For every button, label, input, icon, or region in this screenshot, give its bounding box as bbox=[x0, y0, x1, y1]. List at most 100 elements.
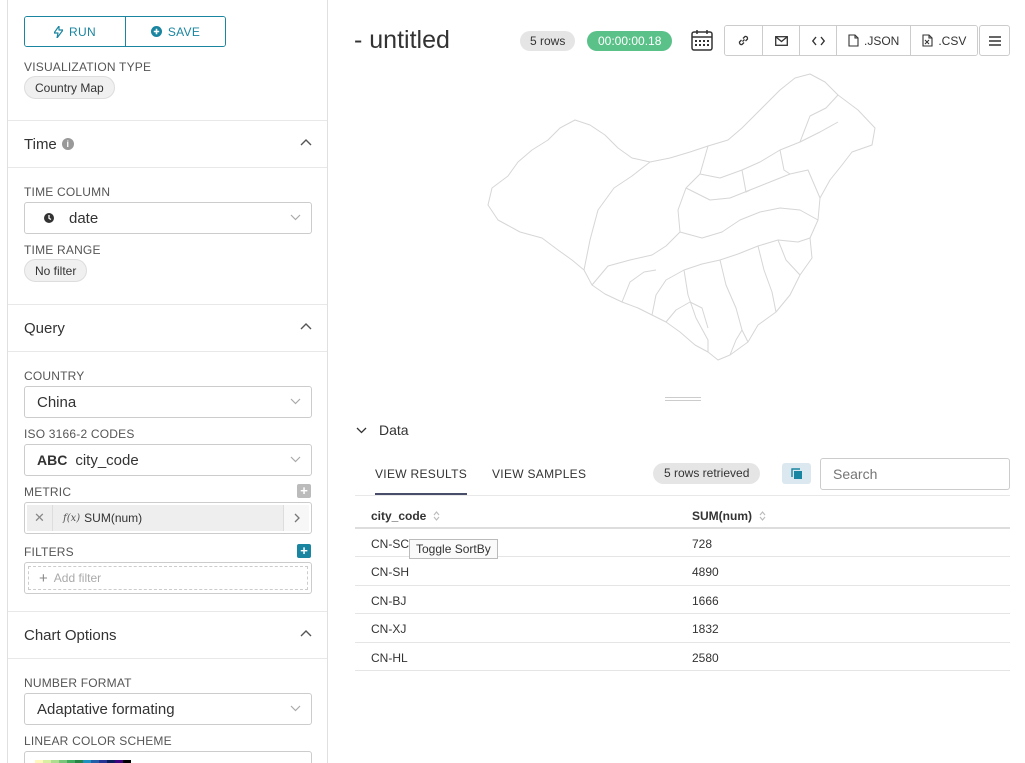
number-format-label: NUMBER FORMAT bbox=[24, 676, 132, 690]
more-options-button[interactable] bbox=[979, 25, 1010, 56]
time-column-value: date bbox=[69, 209, 99, 227]
table-cell: 1666 bbox=[692, 593, 719, 608]
run-save-group: RUN SAVE bbox=[24, 16, 226, 47]
metric-value: SUM(num) bbox=[84, 511, 143, 525]
envelope-icon bbox=[774, 35, 788, 46]
chevron-down-icon bbox=[290, 456, 301, 463]
country-label: COUNTRY bbox=[24, 369, 85, 383]
chevron-down-icon bbox=[290, 705, 301, 712]
rows-retrieved-badge: 5 rows retrieved bbox=[653, 463, 761, 484]
email-button[interactable] bbox=[762, 26, 799, 55]
country-value: China bbox=[37, 393, 77, 411]
chevron-down-icon bbox=[290, 398, 301, 405]
sort-icon bbox=[433, 511, 440, 521]
table-row: CN-HL 2580 bbox=[355, 643, 1010, 671]
country-map[interactable] bbox=[480, 70, 890, 370]
data-pane-title: Data bbox=[379, 422, 409, 438]
table-cell: 4890 bbox=[692, 565, 719, 580]
table-header: city_code SUM(num) bbox=[355, 502, 1010, 529]
chevron-up-icon bbox=[300, 630, 312, 637]
time-range-chip[interactable]: No filter bbox=[24, 259, 88, 282]
table-cell: CN-HL bbox=[371, 650, 408, 665]
section-query-title: Query bbox=[24, 319, 65, 337]
tab-view-samples[interactable]: VIEW SAMPLES bbox=[492, 467, 586, 481]
column-header-city-code[interactable]: city_code bbox=[371, 509, 440, 523]
plus-icon: + bbox=[39, 569, 48, 587]
add-filter-button[interactable]: + Add filter bbox=[28, 566, 308, 590]
control-panel: RUN SAVE VISUALIZATION TYPE Country Map … bbox=[8, 0, 328, 763]
save-button[interactable]: SAVE bbox=[125, 17, 225, 46]
iso-codes-select[interactable]: ABC city_code bbox=[24, 444, 312, 476]
chevron-down-icon bbox=[356, 427, 367, 433]
calendar-icon[interactable] bbox=[691, 29, 713, 51]
chart-title[interactable]: - untitled bbox=[354, 26, 450, 55]
link-button[interactable] bbox=[725, 26, 762, 55]
results-search-input[interactable] bbox=[820, 458, 1010, 490]
country-select[interactable]: China bbox=[24, 386, 312, 418]
add-filter-icon[interactable]: + bbox=[297, 544, 311, 558]
embed-code-button[interactable] bbox=[799, 26, 836, 55]
metric-label: METRIC bbox=[24, 485, 72, 499]
string-type-icon: ABC bbox=[37, 452, 68, 468]
results-table: city_code SUM(num) CN-SC 728 CN-SH 4890 … bbox=[355, 502, 1010, 671]
time-range-label: TIME RANGE bbox=[24, 243, 101, 257]
table-row: CN-SH 4890 bbox=[355, 557, 1010, 586]
metric-field[interactable]: ✕ f(x) SUM(num) bbox=[24, 502, 312, 534]
file-icon bbox=[848, 34, 859, 47]
number-format-value: Adaptative formating bbox=[37, 700, 175, 718]
plus-circle-icon bbox=[150, 26, 162, 37]
resize-handle[interactable] bbox=[665, 397, 701, 401]
run-button[interactable]: RUN bbox=[25, 17, 125, 46]
add-metric-icon[interactable]: + bbox=[297, 484, 311, 498]
export-toolbar: .JSON .CSV bbox=[724, 25, 979, 56]
copy-icon bbox=[790, 467, 802, 479]
metric-pill[interactable]: ✕ f(x) SUM(num) bbox=[27, 505, 309, 531]
table-cell: 728 bbox=[692, 537, 713, 551]
color-scheme-label: LINEAR COLOR SCHEME bbox=[24, 734, 172, 748]
query-timer-badge: 00:00:00.18 bbox=[587, 31, 673, 51]
section-query-header[interactable]: Query bbox=[8, 304, 327, 352]
row-count-badge: 5 rows bbox=[520, 31, 576, 51]
chevron-up-icon bbox=[300, 323, 312, 330]
table-cell: CN-XJ bbox=[371, 622, 407, 637]
info-icon[interactable]: i bbox=[61, 138, 74, 150]
section-chart-options-header[interactable]: Chart Options bbox=[8, 611, 327, 659]
time-column-select[interactable]: date bbox=[24, 202, 312, 234]
sort-tooltip: Toggle SortBy bbox=[409, 539, 498, 559]
chevron-right-icon[interactable] bbox=[283, 505, 309, 531]
excel-file-icon bbox=[922, 34, 933, 47]
function-icon: f(x) bbox=[63, 512, 81, 524]
remove-metric-icon[interactable]: ✕ bbox=[27, 505, 53, 531]
tab-view-results[interactable]: VIEW RESULTS bbox=[375, 467, 468, 495]
table-row: CN-XJ 1832 bbox=[355, 614, 1010, 643]
viz-type-chip[interactable]: Country Map bbox=[24, 76, 115, 99]
save-label: SAVE bbox=[167, 24, 201, 39]
export-json-button[interactable]: .JSON bbox=[836, 26, 911, 55]
viz-type-label: VISUALIZATION TYPE bbox=[24, 60, 152, 74]
table-cell: 2580 bbox=[692, 650, 719, 665]
table-cell: CN-SH bbox=[371, 565, 409, 580]
number-format-select[interactable]: Adaptative formating bbox=[24, 693, 312, 725]
json-label: .JSON bbox=[864, 33, 900, 48]
copy-to-clipboard-button[interactable] bbox=[782, 463, 811, 484]
section-time-title: Time bbox=[24, 135, 57, 153]
clock-icon bbox=[44, 213, 54, 223]
table-cell: 1832 bbox=[692, 622, 719, 637]
csv-label: .CSV bbox=[938, 33, 967, 48]
hamburger-icon bbox=[988, 35, 1001, 46]
code-icon bbox=[811, 36, 825, 45]
color-scheme-select[interactable] bbox=[24, 751, 312, 763]
run-label: RUN bbox=[69, 24, 96, 39]
chevron-up-icon bbox=[300, 139, 312, 146]
column-header-sum-num[interactable]: SUM(num) bbox=[692, 509, 766, 523]
table-cell: CN-BJ bbox=[371, 593, 407, 608]
sort-icon bbox=[759, 511, 766, 521]
data-pane-toggle[interactable]: Data bbox=[356, 422, 409, 438]
chevron-down-icon bbox=[290, 214, 301, 221]
left-nav-strip bbox=[0, 0, 8, 763]
iso-codes-label: ISO 3166-2 CODES bbox=[24, 427, 135, 441]
export-csv-button[interactable]: .CSV bbox=[910, 26, 978, 55]
section-time-header[interactable]: Time i bbox=[8, 120, 327, 168]
column-header-label: SUM(num) bbox=[692, 509, 752, 523]
section-chart-options-title: Chart Options bbox=[24, 626, 117, 644]
